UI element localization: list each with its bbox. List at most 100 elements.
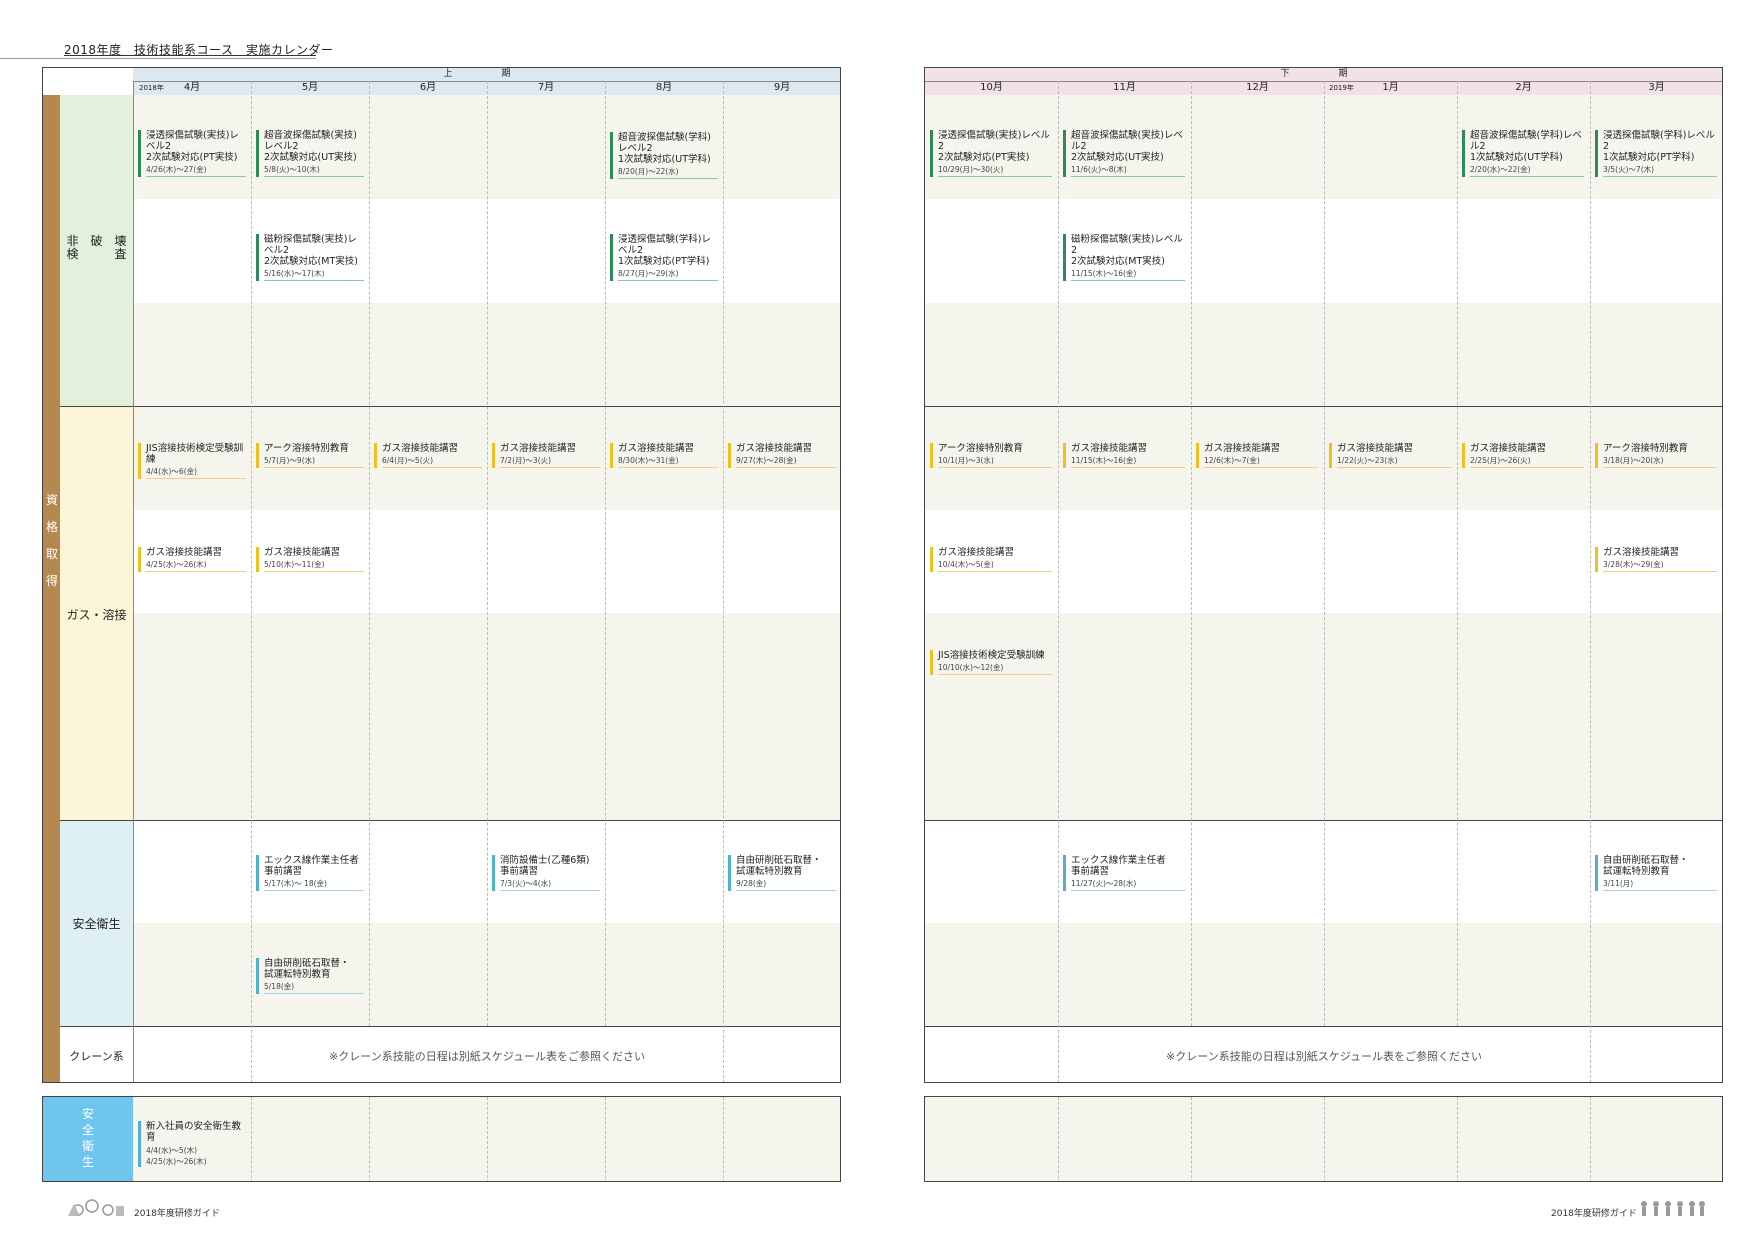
course-card[interactable]: ガス溶接技能講習 6/4(月)～5(火) <box>374 443 482 468</box>
course-subtitle: 2次試験対応(MT実技) <box>264 256 358 267</box>
title-rule <box>0 58 316 59</box>
course-card[interactable]: アーク溶接特別教育 5/7(月)～9(水) <box>256 443 364 468</box>
course-date: 5/17(木)～ 18(金) <box>264 878 364 891</box>
course-title: ガス溶接技能講習 <box>1603 547 1680 558</box>
course-card[interactable]: 磁粉探傷試験(実技)レベル2 2次試験対応(MT実技) 11/15(木)～16(… <box>1063 234 1185 281</box>
course-card[interactable]: 超音波探傷試験(学科)レベル2 1次試験対応(UT学科) 8/20(月)～22(… <box>610 132 718 179</box>
course-title: 自由研削砥石取替・ <box>264 958 350 969</box>
course-date: 3/28(木)～29(金) <box>1603 559 1717 572</box>
course-title: ガス溶接技能講習 <box>1470 443 1547 454</box>
course-card[interactable]: ガス溶接技能講習 1/22(火)～23(水) <box>1329 443 1451 468</box>
right-calendar-panel: 下 期 10月 11月 12月 2019年 1月 2月 3月 ※クレーン系技能の… <box>924 67 1723 1083</box>
course-title: 自由研削砥石取替・ <box>736 855 822 866</box>
course-subtitle: 事前講習 <box>500 866 539 877</box>
course-card[interactable]: 自由研削砥石取替・ 試運転特別教育 3/11(月) <box>1595 855 1717 891</box>
course-subtitle: 2次試験対応(UT実技) <box>1071 152 1164 163</box>
welding-category-label: ガス・溶接 <box>66 608 127 622</box>
course-date: 8/20(月)～22(水) <box>618 166 718 179</box>
course-card[interactable]: 新入社員の安全衛生教育 4/4(水)～5(木) 4/25(水)～26(木) <box>138 1121 246 1167</box>
course-card[interactable]: アーク溶接特別教育 10/1(月)～3(水) <box>930 443 1052 468</box>
course-card[interactable]: 自由研削砥石取替・ 試運転特別教育 9/28(金) <box>728 855 836 891</box>
course-card[interactable]: JIS溶接技術検定受験訓練 10/10(水)～12(金) <box>930 650 1052 675</box>
side-label-char: 取 <box>45 547 58 561</box>
course-title: ガス溶接技能講習 <box>736 443 813 454</box>
course-date: 12/6(木)～7(金) <box>1204 455 1318 468</box>
month-jan: 1月 <box>1382 82 1399 93</box>
course-date: 5/7(月)～9(水) <box>264 455 364 468</box>
course-card[interactable]: ガス溶接技能講習 12/6(木)～7(金) <box>1196 443 1318 468</box>
course-date: 4/4(水)～5(木) <box>146 1146 198 1155</box>
course-subtitle: 事前講習 <box>264 866 303 877</box>
course-date: 9/28(金) <box>736 878 836 891</box>
course-date: 4/26(木)～27(金) <box>146 164 246 177</box>
course-subtitle: 2次試験対応(MT実技) <box>1071 256 1165 267</box>
course-title: ガス溶接技能講習 <box>938 547 1015 558</box>
course-title: 超音波探傷試験(実技)レベル2 <box>264 130 357 152</box>
course-card[interactable]: ガス溶接技能講習 2/25(月)～26(火) <box>1462 443 1584 468</box>
course-title: 自由研削砥石取替・ <box>1603 855 1689 866</box>
course-card[interactable]: 超音波探傷試験(実技)レベル2 2次試験対応(UT実技) 11/6(火)～8(木… <box>1063 130 1185 177</box>
course-card[interactable]: ガス溶接技能講習 7/2(月)～3(火) <box>492 443 600 468</box>
course-date: 3/5(火)～7(木) <box>1603 164 1717 177</box>
course-card[interactable]: ガス溶接技能講習 4/25(水)～26(木) <box>138 547 246 572</box>
course-title: 超音波探傷試験(学科)レベル2 <box>1470 130 1582 152</box>
course-subtitle: 1次試験対応(PT学科) <box>1603 152 1695 163</box>
course-subtitle: 2次試験対応(PT実技) <box>938 152 1030 163</box>
course-card[interactable]: ガス溶接技能講習 8/30(木)～31(金) <box>610 443 718 468</box>
course-card[interactable]: ガス溶接技能講習 5/10(木)～11(金) <box>256 547 364 572</box>
course-date: 4/25(水)～26(木) <box>146 1157 207 1166</box>
course-card[interactable]: 浸透探傷試験(実技)レベル2 2次試験対応(PT実技) 10/29(月)～30(… <box>930 130 1052 177</box>
course-title: ガス溶接技能講習 <box>1337 443 1414 454</box>
course-card[interactable]: JIS溶接技術検定受験訓練 4/4(水)～6(金) <box>138 443 246 479</box>
course-title: ガス溶接技能講習 <box>382 443 459 454</box>
course-date: 7/3(火)～4(水) <box>500 878 600 891</box>
course-date: 3/11(月) <box>1603 878 1717 891</box>
course-card[interactable]: ガス溶接技能講習 9/27(木)～28(金) <box>728 443 836 468</box>
left-general-safety-panel: 安 全 衛 生 新入社員の安全衛生教育 4/4(水)～5(木) 4/25(水)～… <box>42 1096 841 1182</box>
course-date: 11/6(火)～8(木) <box>1071 164 1185 177</box>
course-subtitle: 2次試験対応(PT実技) <box>146 152 238 163</box>
crane-category-label: クレーン系 <box>69 1050 124 1063</box>
footer-right-illustration <box>1641 1201 1705 1216</box>
course-card[interactable]: ガス溶接技能講習 10/4(木)～5(金) <box>930 547 1052 572</box>
side-label-char: 得 <box>45 574 58 588</box>
course-card[interactable]: 超音波探傷試験(実技)レベル2 2次試験対応(UT実技) 5/8(火)～10(木… <box>256 130 364 177</box>
month-may: 5月 <box>301 82 319 93</box>
course-card[interactable]: 浸透探傷試験(学科)レベル2 1次試験対応(PT学科) 3/5(火)～7(木) <box>1595 130 1717 177</box>
course-title: ガス溶接技能講習 <box>1071 443 1148 454</box>
month-aug: 8月 <box>655 82 673 93</box>
course-card[interactable]: 消防設備士(乙種6類) 事前講習 7/3(火)～4(水) <box>492 855 600 891</box>
course-card[interactable]: 浸透探傷試験(学科)レベル2 1次試験対応(PT学科) 8/27(月)～29(水… <box>610 234 718 281</box>
course-card[interactable]: ガス溶接技能講習 3/28(木)～29(金) <box>1595 547 1717 572</box>
footer-left-illustration <box>68 1199 124 1216</box>
course-card[interactable]: 磁粉探傷試験(実技)レベル2 2次試験対応(MT実技) 5/16(水)～17(木… <box>256 234 364 281</box>
month-apr: 4月 <box>183 82 201 93</box>
course-card[interactable]: アーク溶接特別教育 3/18(月)～20(水) <box>1595 443 1717 468</box>
course-date: 6/4(月)～5(火) <box>382 455 482 468</box>
course-title: ガス溶接技能講習 <box>264 547 341 558</box>
course-card[interactable]: 自由研削砥石取替・ 試運転特別教育 5/18(金) <box>256 958 364 994</box>
month-oct: 10月 <box>980 82 1003 93</box>
course-card[interactable]: 超音波探傷試験(学科)レベル2 1次試験対応(UT学科) 2/20(水)～22(… <box>1462 130 1584 177</box>
crane-schedule-note: ※クレーン系技能の日程は別紙スケジュール表をご参照ください <box>1166 1050 1482 1063</box>
course-card[interactable]: エックス線作業主任者 事前講習 5/17(木)～ 18(金) <box>256 855 364 891</box>
course-subtitle: 試運転特別教育 <box>1603 866 1670 877</box>
ndt-category-label: 非 破 壊 検 査 <box>60 235 133 261</box>
side-label-char: 格 <box>45 520 58 534</box>
course-date: 4/4(水)～6(金) <box>146 466 246 479</box>
course-subtitle: 事前講習 <box>1071 866 1110 877</box>
course-title: JIS溶接技術検定受験訓練 <box>938 650 1045 661</box>
course-title: アーク溶接特別教育 <box>264 443 349 454</box>
course-date: 11/15(木)～16(金) <box>1071 268 1185 281</box>
course-card[interactable]: 浸透探傷試験(実技)レベル2 2次試験対応(PT実技) 4/26(木)～27(金… <box>138 130 246 177</box>
course-title: 浸透探傷試験(学科)レベル2 <box>618 234 711 256</box>
course-card[interactable]: ガス溶接技能講習 11/15(木)～16(金) <box>1063 443 1185 468</box>
course-title: 磁粉探傷試験(実技)レベル2 <box>264 234 357 256</box>
title-underline <box>64 55 316 56</box>
course-title: ガス溶接技能講習 <box>500 443 577 454</box>
month-jun: 6月 <box>419 82 437 93</box>
course-card[interactable]: エックス線作業主任者 事前講習 11/27(火)～28(水) <box>1063 855 1185 891</box>
general-safety-char: 衛 <box>81 1139 94 1153</box>
month-nov: 11月 <box>1113 82 1136 93</box>
course-subtitle: 試運転特別教育 <box>264 969 331 980</box>
